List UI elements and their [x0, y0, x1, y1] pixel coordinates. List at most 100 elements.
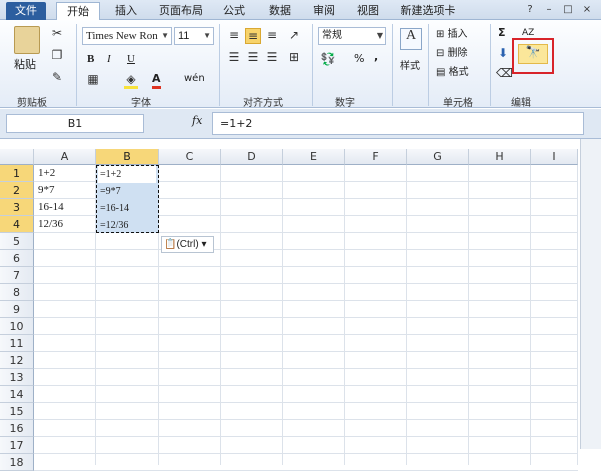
- fill-color-icon[interactable]: ◈: [124, 72, 138, 89]
- select-all-corner[interactable]: [0, 149, 34, 165]
- phonetic-button[interactable]: wén: [184, 72, 205, 86]
- column-header-i[interactable]: I: [531, 149, 578, 165]
- align-left-icon[interactable]: ☰: [226, 50, 242, 64]
- clear-icon[interactable]: ⌫: [496, 66, 513, 80]
- row-header-17[interactable]: 17: [0, 437, 34, 454]
- gridline: [406, 165, 407, 465]
- row-header-3[interactable]: 3: [0, 199, 34, 216]
- find-highlight-frame: [512, 38, 554, 74]
- group-label-editing: 编辑: [511, 98, 531, 109]
- paste-icon[interactable]: [14, 26, 40, 54]
- paste-button[interactable]: 粘贴: [14, 58, 36, 72]
- comma-button[interactable]: ,: [374, 50, 378, 64]
- font-name-select[interactable]: Times New Ron ▼: [82, 27, 172, 45]
- tab-new[interactable]: 新建选项卡: [396, 2, 460, 20]
- row-header-8[interactable]: 8: [0, 284, 34, 301]
- format-painter-icon[interactable]: ✎: [50, 70, 64, 84]
- row-header-5[interactable]: 5: [0, 233, 34, 250]
- font-color-button[interactable]: A: [152, 72, 161, 89]
- tab-review[interactable]: 审阅: [308, 2, 340, 20]
- row-header-6[interactable]: 6: [0, 250, 34, 267]
- column-header-e[interactable]: E: [283, 149, 345, 165]
- border-icon[interactable]: ▦: [86, 72, 100, 86]
- cell-b1[interactable]: =1+2: [98, 166, 156, 183]
- clipboard-icon: 📋: [164, 239, 177, 250]
- tab-file[interactable]: 文件: [6, 2, 46, 20]
- help-icon[interactable]: ?: [523, 3, 537, 16]
- vertical-scrollbar[interactable]: [580, 139, 601, 449]
- gridline: [34, 300, 578, 301]
- bold-button[interactable]: B: [87, 52, 94, 66]
- styles-icon[interactable]: A: [400, 28, 422, 50]
- percent-button[interactable]: %: [354, 52, 364, 66]
- row-header-1[interactable]: 1: [0, 165, 34, 182]
- align-right-icon[interactable]: ☰: [264, 50, 280, 64]
- tab-home[interactable]: 开始: [56, 2, 100, 21]
- delete-cells-button[interactable]: ⊟ 删除: [436, 47, 468, 61]
- styles-button[interactable]: 样式: [400, 60, 420, 74]
- row-header-18[interactable]: 18: [0, 454, 34, 471]
- gridline: [34, 402, 578, 403]
- tab-insert[interactable]: 插入: [110, 2, 142, 20]
- row-header-7[interactable]: 7: [0, 267, 34, 284]
- cut-icon[interactable]: ✂: [50, 26, 64, 40]
- orientation-icon[interactable]: ↗: [286, 28, 302, 42]
- column-header-g[interactable]: G: [407, 149, 469, 165]
- row-header-4[interactable]: 4: [0, 216, 34, 233]
- cell-b2[interactable]: =9*7: [98, 183, 156, 200]
- insert-cells-button[interactable]: ⊞ 插入: [436, 28, 468, 42]
- format-cells-button[interactable]: ▤ 格式: [436, 66, 469, 80]
- cell-a4[interactable]: 12/36: [36, 216, 96, 233]
- align-middle-icon[interactable]: ≡: [245, 28, 261, 44]
- align-top-icon[interactable]: ≡: [226, 28, 242, 42]
- fill-icon[interactable]: ⬇: [496, 46, 510, 60]
- copy-icon[interactable]: ❐: [50, 48, 64, 62]
- column-header-b[interactable]: B: [96, 149, 159, 165]
- cell-a1[interactable]: 1+2: [36, 165, 96, 182]
- row-header-9[interactable]: 9: [0, 301, 34, 318]
- row-header-2[interactable]: 2: [0, 182, 34, 199]
- restore-icon[interactable]: □: [561, 3, 575, 16]
- tab-data[interactable]: 数据: [262, 2, 298, 20]
- cell-a3[interactable]: 16-14: [36, 199, 96, 216]
- ribbon-tabs-bar: 文件 开始 插入 页面布局 公式 数据 审阅 视图 新建选项卡 ? – □ ×: [0, 0, 601, 21]
- column-header-c[interactable]: C: [159, 149, 221, 165]
- cell-b3[interactable]: =16-14: [98, 200, 156, 217]
- align-bottom-icon[interactable]: ≡: [264, 28, 280, 42]
- cell-a2[interactable]: 9*7: [36, 182, 96, 199]
- close-icon[interactable]: ×: [580, 3, 594, 16]
- gridline: [577, 165, 578, 465]
- row-header-15[interactable]: 15: [0, 403, 34, 420]
- row-header-16[interactable]: 16: [0, 420, 34, 437]
- font-size-select[interactable]: 11 ▼: [174, 27, 214, 45]
- paste-options-button[interactable]: 📋(Ctrl) ▾: [161, 236, 214, 253]
- gridline: [34, 436, 578, 437]
- worksheet-grid[interactable]: A B C D E F G H I 1 2 3 4 5 6 7 8 9 10 11 12 13 14 15 16 17 18 1+2 9…: [0, 149, 578, 471]
- column-header-d[interactable]: D: [221, 149, 283, 165]
- merge-icon[interactable]: ⊞: [286, 50, 302, 64]
- column-header-h[interactable]: H: [469, 149, 531, 165]
- currency-icon[interactable]: 💱: [320, 52, 336, 66]
- gridline: [530, 165, 531, 465]
- formula-input[interactable]: =1+2: [212, 112, 584, 135]
- tab-view[interactable]: 视图: [352, 2, 384, 20]
- align-center-icon[interactable]: ☰: [245, 50, 261, 64]
- italic-button[interactable]: I: [107, 52, 111, 66]
- copy-marquee-range: =1+2 =9*7 =16-14 =12/36: [96, 165, 159, 233]
- underline-button[interactable]: U: [127, 52, 135, 66]
- number-format-select[interactable]: 常规 ▼: [318, 27, 386, 45]
- column-header-f[interactable]: F: [345, 149, 407, 165]
- autosum-button[interactable]: Σ: [498, 26, 506, 40]
- tab-page-layout[interactable]: 页面布局: [152, 2, 210, 20]
- row-header-11[interactable]: 11: [0, 335, 34, 352]
- row-header-13[interactable]: 13: [0, 369, 34, 386]
- row-header-12[interactable]: 12: [0, 352, 34, 369]
- column-header-a[interactable]: A: [34, 149, 96, 165]
- row-header-14[interactable]: 14: [0, 386, 34, 403]
- name-box[interactable]: B1: [6, 114, 144, 133]
- tab-formulas[interactable]: 公式: [218, 2, 250, 20]
- insert-function-icon[interactable]: fx: [192, 114, 202, 127]
- cell-b4[interactable]: =12/36: [98, 217, 156, 234]
- row-header-10[interactable]: 10: [0, 318, 34, 335]
- minimize-icon[interactable]: –: [542, 3, 556, 16]
